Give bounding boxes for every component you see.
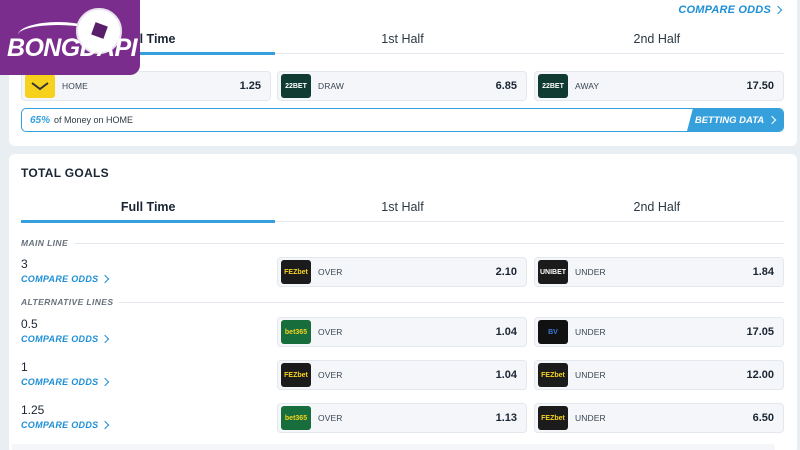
odd-over[interactable]: bet365 OVER 1.04 xyxy=(277,317,527,347)
odd-under[interactable]: BV UNDER 17.05 xyxy=(534,317,784,347)
main-line-label: MAIN LINE xyxy=(21,238,69,248)
next-row-placeholder xyxy=(12,444,775,450)
period-tabs: Full Time 1st Half 2nd Half xyxy=(21,198,784,223)
odd-value: 1.84 xyxy=(752,266,774,278)
betvictor-logo-icon: BV xyxy=(538,320,568,344)
odd-home[interactable]: HOME 1.25 xyxy=(21,71,271,101)
odd-value: 1.13 xyxy=(495,412,517,424)
tab-1st-half[interactable]: 1st Half xyxy=(275,198,529,221)
odd-value: 17.05 xyxy=(746,326,774,338)
compare-odds-label: COMPARE ODDS xyxy=(21,377,99,387)
odd-value: 6.50 xyxy=(752,412,774,424)
odd-under[interactable]: FEZbet UNDER 12.00 xyxy=(534,360,784,390)
compare-odds-label: COMPARE ODDS xyxy=(21,274,99,284)
22bet-logo-icon: 22BET xyxy=(281,74,311,98)
chevron-right-icon xyxy=(101,274,110,284)
odd-value: 1.04 xyxy=(495,326,517,338)
money-text: of Money on HOME xyxy=(54,115,134,125)
odd-label: AWAY xyxy=(575,81,600,91)
fezbet-logo-icon: FEZbet xyxy=(538,406,568,430)
tab-2nd-half[interactable]: 2nd Half xyxy=(530,30,784,53)
fezbet-logo-icon: FEZbet xyxy=(281,363,311,387)
odd-label: OVER xyxy=(318,370,343,380)
divider xyxy=(74,242,784,244)
odd-value: 12.00 xyxy=(746,369,774,381)
odd-label: UNDER xyxy=(575,267,606,277)
chevron-right-icon xyxy=(101,334,110,344)
line-value: 3 xyxy=(21,257,28,271)
brand-text: BONGDAPI xyxy=(7,34,138,62)
alternative-lines-header: ALTERNATIVE LINES xyxy=(21,297,784,307)
tab-full-time[interactable]: Full Time xyxy=(21,198,276,223)
odd-label: UNDER xyxy=(575,327,606,337)
total-goals-card: TOTAL GOALS Full Time 1st Half 2nd Half … xyxy=(9,154,797,450)
bet365-logo-icon: bet365 xyxy=(281,320,311,344)
section-title: TOTAL GOALS xyxy=(21,166,109,180)
line-value: 1 xyxy=(21,360,28,374)
line-value: 0.5 xyxy=(21,317,38,331)
compare-odds-link[interactable]: COMPARE ODDS xyxy=(21,377,110,387)
tab-2nd-half[interactable]: 2nd Half xyxy=(530,198,784,221)
bookmaker-logo-icon xyxy=(25,74,55,98)
odd-value: 1.25 xyxy=(239,80,261,92)
odd-label: UNDER xyxy=(575,370,606,380)
betting-data-label: BETTING DATA xyxy=(694,114,765,126)
odd-label: OVER xyxy=(318,327,343,337)
chevron-right-icon xyxy=(767,115,777,125)
compare-odds-link[interactable]: COMPARE ODDS xyxy=(21,334,110,344)
money-percentage-bar: 65% of Money on HOME BETTING DATA xyxy=(21,108,784,132)
fezbet-logo-icon: FEZbet xyxy=(538,363,568,387)
odd-over[interactable]: bet365 OVER 1.13 xyxy=(277,403,527,433)
compare-odds-link[interactable]: COMPARE ODDS xyxy=(21,420,110,430)
odd-value: 1.04 xyxy=(495,369,517,381)
odd-label: UNDER xyxy=(575,413,606,423)
odd-value: 17.50 xyxy=(746,80,774,92)
unibet-logo-icon: UNIBET xyxy=(538,260,568,284)
bongdapi-logo: BONGDAPI xyxy=(0,0,140,75)
money-percent: 65% xyxy=(30,114,51,126)
tab-1st-half[interactable]: 1st Half xyxy=(275,30,529,53)
odd-away[interactable]: 22BET AWAY 17.50 xyxy=(534,71,784,101)
odd-value: 2.10 xyxy=(495,266,517,278)
odd-over[interactable]: FEZbet OVER 1.04 xyxy=(277,360,527,390)
compare-odds-label: COMPARE ODDS xyxy=(21,334,99,344)
odd-label: OVER xyxy=(318,267,343,277)
main-line-header: MAIN LINE xyxy=(21,238,784,248)
odd-label: DRAW xyxy=(318,81,345,91)
compare-odds-label: COMPARE ODDS xyxy=(21,420,99,430)
alternative-lines-label: ALTERNATIVE LINES xyxy=(21,297,114,307)
odd-label: OVER xyxy=(318,413,343,423)
22bet-logo-icon: 22BET xyxy=(538,74,568,98)
bet365-logo-icon: bet365 xyxy=(281,406,311,430)
odd-label: HOME xyxy=(62,81,88,91)
odd-draw[interactable]: 22BET DRAW 6.85 xyxy=(277,71,527,101)
compare-odds-link[interactable]: COMPARE ODDS xyxy=(678,4,783,16)
odd-value: 6.85 xyxy=(495,80,517,92)
chevron-right-icon xyxy=(101,420,110,430)
line-value: 1.25 xyxy=(21,403,45,417)
odd-under[interactable]: FEZbet UNDER 6.50 xyxy=(534,403,784,433)
divider xyxy=(119,301,784,303)
compare-odds-label: COMPARE ODDS xyxy=(678,4,771,16)
chevron-right-icon xyxy=(773,5,783,15)
chevron-right-icon xyxy=(101,377,110,387)
odd-over[interactable]: FEZbet OVER 2.10 xyxy=(277,257,527,287)
compare-odds-link[interactable]: COMPARE ODDS xyxy=(21,274,110,284)
fezbet-logo-icon: FEZbet xyxy=(281,260,311,284)
odd-under[interactable]: UNIBET UNDER 1.84 xyxy=(534,257,784,287)
betting-data-button[interactable]: BETTING DATA xyxy=(687,109,783,131)
